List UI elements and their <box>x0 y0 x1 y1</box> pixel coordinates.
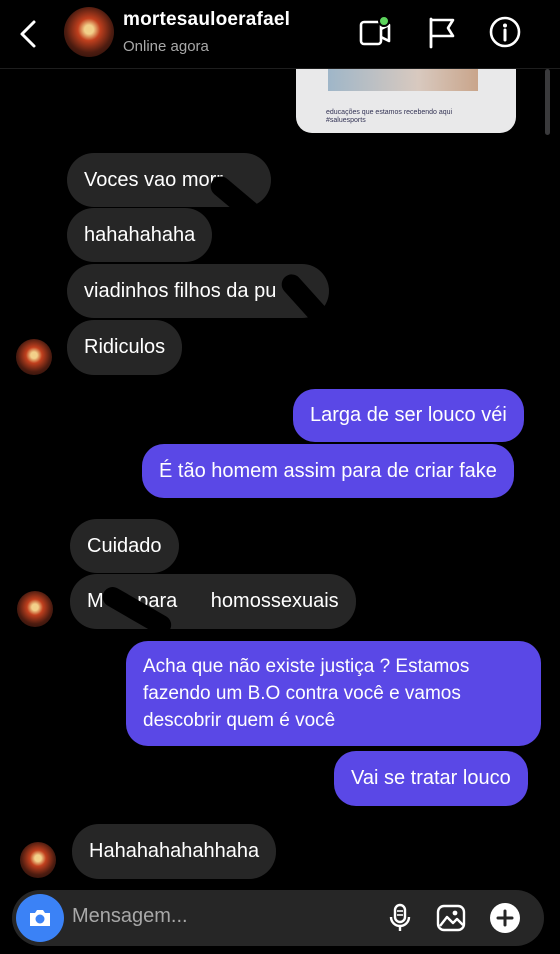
camera-button[interactable] <box>16 894 64 942</box>
message-text: Cuidado <box>87 535 162 557</box>
message-bubble-outgoing[interactable]: É tão homem assim para de criar fake <box>142 444 514 498</box>
shared-post-preview[interactable]: educações que estamos recebendo aqui #sa… <box>296 69 516 133</box>
flag-icon[interactable] <box>425 14 459 50</box>
sender-avatar[interactable] <box>17 591 53 627</box>
message-bubble[interactable]: Ridiculos <box>67 320 183 375</box>
message-bubble-outgoing[interactable]: Larga de ser louco véi <box>293 389 524 442</box>
sender-avatar[interactable] <box>16 339 52 375</box>
message-bubble-outgoing[interactable]: Vai se tratar louco <box>334 751 528 806</box>
message-bubble[interactable]: Hahahahahahhaha <box>72 824 277 879</box>
message-text: Voces vao morr <box>84 169 223 191</box>
post-image <box>328 69 478 91</box>
info-icon[interactable] <box>488 14 522 50</box>
message-text: É tão homem assim para de criar fake <box>159 460 497 482</box>
message-text: Acha que não existe justiça ? Estamos fa… <box>143 656 470 731</box>
message-text: Larga de ser louco véi <box>310 404 507 426</box>
microphone-icon[interactable] <box>384 902 416 934</box>
video-call-icon[interactable] <box>358 14 392 50</box>
plus-icon[interactable] <box>489 902 521 934</box>
back-icon[interactable] <box>14 16 42 52</box>
avatar[interactable] <box>64 7 114 57</box>
message-bubble[interactable]: hahahahaha <box>67 208 213 262</box>
chat-header: mortesauloerafael Online agora <box>0 0 560 69</box>
message-composer: Mensagem... <box>12 890 544 946</box>
message-text: Ridiculos <box>84 336 166 358</box>
online-status: Online agora <box>123 38 209 55</box>
sender-avatar[interactable] <box>20 842 56 878</box>
username[interactable]: mortesauloerafael <box>123 9 290 31</box>
post-caption: educações que estamos recebendo aqui #sa… <box>326 109 453 124</box>
camera-icon <box>30 910 50 926</box>
message-text: hahahahaha <box>84 224 196 246</box>
message-text: viadinhos filhos da pu <box>84 280 277 302</box>
message-text: Hahahahahahhaha <box>89 840 260 862</box>
message-bubble[interactable]: Cuidado <box>70 519 179 573</box>
message-bubble-outgoing[interactable]: Acha que não existe justiça ? Estamos fa… <box>126 641 541 746</box>
gallery-icon[interactable] <box>435 902 467 934</box>
message-input[interactable]: Mensagem... <box>72 905 188 928</box>
scrollbar[interactable] <box>545 69 550 135</box>
message-text: Vai se tratar louco <box>351 767 511 789</box>
message-thread: educações que estamos recebendo aqui #sa… <box>0 69 560 885</box>
